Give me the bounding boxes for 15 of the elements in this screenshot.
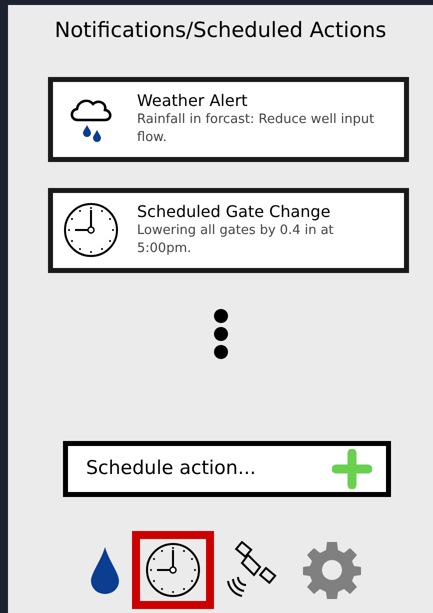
page-title: Notifications/Scheduled Actions — [54, 17, 386, 44]
settings-icon — [302, 540, 362, 600]
water-drop-icon — [89, 544, 121, 594]
notification-title: Weather Alert — [137, 91, 249, 111]
notification-card[interactable]: Scheduled Gate Change Lowering all gates by 0.4 in at 5:00pm. — [48, 188, 409, 272]
notification-text: Lowering all gates by 0.4 in at 5:00pm. — [137, 222, 335, 258]
notification-text: Rainfall in forcast: Reduce well input flow. — [137, 111, 376, 147]
clock-icon — [63, 202, 119, 258]
plus-icon — [332, 448, 372, 488]
schedule-action-button[interactable]: Schedule action... — [63, 440, 391, 496]
more-dots-icon — [212, 308, 228, 358]
nav-tab[interactable] — [132, 530, 214, 608]
clock-icon — [145, 542, 201, 598]
notification-title: Scheduled Gate Change — [137, 202, 332, 222]
notification-card[interactable]: Weather Alert Rainfall in forcast: Reduce well input flow. — [48, 76, 409, 162]
